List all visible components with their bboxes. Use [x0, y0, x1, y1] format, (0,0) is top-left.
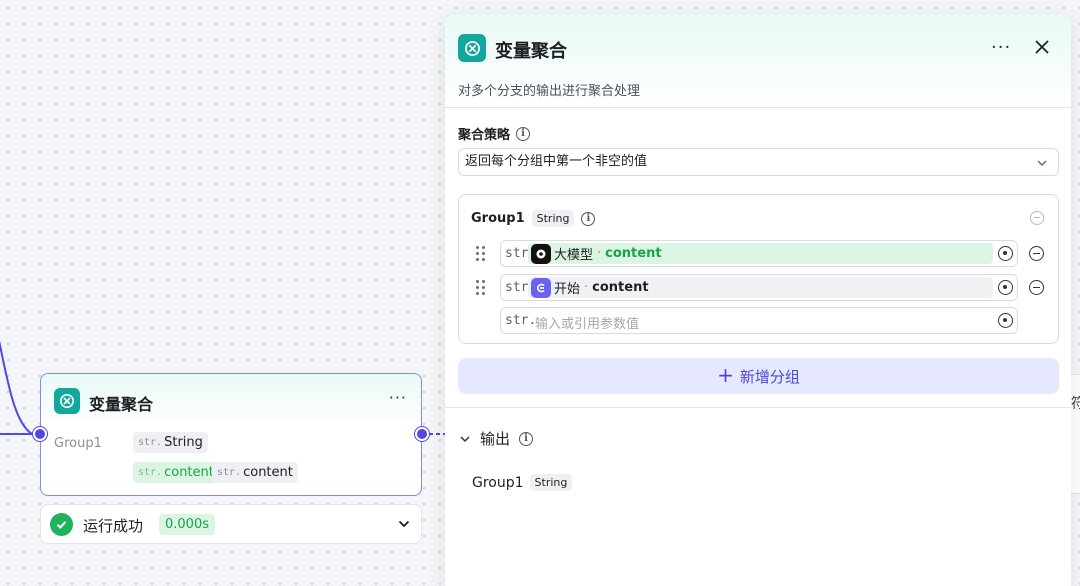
start-icon: [531, 277, 551, 298]
type-prefix: str.: [505, 313, 537, 328]
input-port[interactable]: [33, 427, 47, 441]
group-type-tag: String: [531, 210, 575, 227]
chevron-down-icon[interactable]: [397, 517, 411, 531]
output-item-type: String: [529, 474, 573, 491]
plus-icon: +: [717, 363, 734, 387]
node-var-name-tag: str. content: [212, 462, 298, 483]
run-time-badge: 0.000s: [159, 514, 215, 535]
group-name[interactable]: Group1: [471, 211, 525, 226]
strategy-value: 返回每个分组中第一个非空的值: [465, 154, 648, 169]
var-source: content: [164, 465, 214, 480]
ref-var: content: [605, 246, 662, 261]
group-header: Group1 String i: [471, 210, 596, 227]
add-group-label: 新增分组: [739, 367, 800, 386]
panel-title: 变量聚合: [495, 41, 567, 62]
add-group-button[interactable]: + 新增分组: [458, 358, 1059, 394]
close-icon[interactable]: [1033, 38, 1051, 56]
neighbor-node-mark: 符: [1071, 396, 1080, 412]
remove-group-icon[interactable]: [1030, 211, 1044, 225]
group-card: Group1 String i str. 大模型 · content str. …: [458, 194, 1059, 344]
output-item-name: Group1: [472, 474, 524, 491]
var-ref-chip[interactable]: 开始 · content: [528, 277, 993, 298]
node-var-source-tag: str. content: [133, 462, 219, 483]
panel-header: 变量聚合 ··· 对多个分支的输出进行聚合处理: [445, 14, 1071, 108]
output-label: 输出: [480, 430, 511, 448]
node-title: 变量聚合: [89, 395, 154, 414]
group-var-row-empty: str. 输入或引用参数值: [459, 307, 1058, 335]
node-more-button[interactable]: ···: [389, 388, 407, 407]
run-status-text: 运行成功: [83, 517, 144, 535]
var-ref-field[interactable]: str. 开始 · content: [500, 274, 1018, 301]
node-group-label: Group1: [54, 436, 102, 451]
remove-row-icon[interactable]: [1029, 246, 1044, 261]
var-input-placeholder: 输入或引用参数值: [535, 317, 640, 332]
info-icon[interactable]: i: [516, 126, 531, 141]
drag-handle-icon[interactable]: [476, 246, 486, 262]
ref-var: content: [592, 280, 649, 295]
type-prefix: str.: [138, 437, 163, 448]
group-var-row: str. 开始 · content: [459, 274, 1058, 302]
chevron-down-icon[interactable]: [459, 433, 471, 445]
section-divider: [445, 407, 1071, 408]
remove-row-icon[interactable]: [1029, 280, 1044, 295]
ref-source: 开始: [554, 282, 581, 297]
var-ref-chip[interactable]: 大模型 · content: [528, 243, 993, 264]
variable-picker-icon[interactable]: [998, 313, 1013, 328]
var-name-prefix: str.: [217, 467, 242, 478]
var-ref-field[interactable]: str. 大模型 · content: [500, 240, 1018, 267]
type-value: String: [164, 435, 203, 450]
node-type-tag: str. String: [133, 432, 208, 453]
output-section-header[interactable]: 输出 i: [459, 428, 534, 449]
output-item: Group1 String: [472, 474, 573, 491]
info-icon[interactable]: i: [581, 211, 596, 226]
node-config-panel: 变量聚合 ··· 对多个分支的输出进行聚合处理 聚合策略 i 返回每个分组中第一…: [445, 14, 1071, 586]
aggregate-icon: [54, 388, 80, 414]
var-name: content: [243, 465, 293, 480]
strategy-select[interactable]: 返回每个分组中第一个非空的值: [458, 148, 1059, 176]
strategy-label: 聚合策略 i: [458, 124, 531, 143]
success-check-icon: [50, 513, 73, 536]
info-icon[interactable]: i: [519, 431, 534, 446]
var-input-field[interactable]: str. 输入或引用参数值: [500, 307, 1018, 334]
ref-separator: ·: [584, 280, 589, 295]
chevron-down-icon: [1037, 160, 1047, 166]
var-source-prefix: str.: [138, 467, 163, 478]
canvas-edges: [0, 340, 445, 435]
panel-description: 对多个分支的输出进行聚合处理: [458, 84, 641, 99]
run-result-bar[interactable]: 运行成功 0.000s: [40, 504, 422, 544]
strategy-label-text: 聚合策略: [458, 128, 511, 143]
aggregate-icon: [458, 34, 486, 62]
incoming-edge: [0, 340, 33, 435]
drag-handle-icon[interactable]: [476, 280, 486, 296]
ref-separator: ·: [597, 246, 602, 261]
variable-picker-icon[interactable]: [998, 280, 1013, 295]
group-var-row: str. 大模型 · content: [459, 240, 1058, 268]
llm-icon: [531, 243, 551, 264]
variable-aggregate-node[interactable]: 变量聚合 ··· Group1 str. String str. content s…: [33, 373, 429, 496]
variable-picker-icon[interactable]: [998, 246, 1013, 261]
ref-source: 大模型: [554, 248, 594, 263]
output-port[interactable]: [415, 427, 429, 441]
panel-more-button[interactable]: ···: [991, 37, 1011, 58]
